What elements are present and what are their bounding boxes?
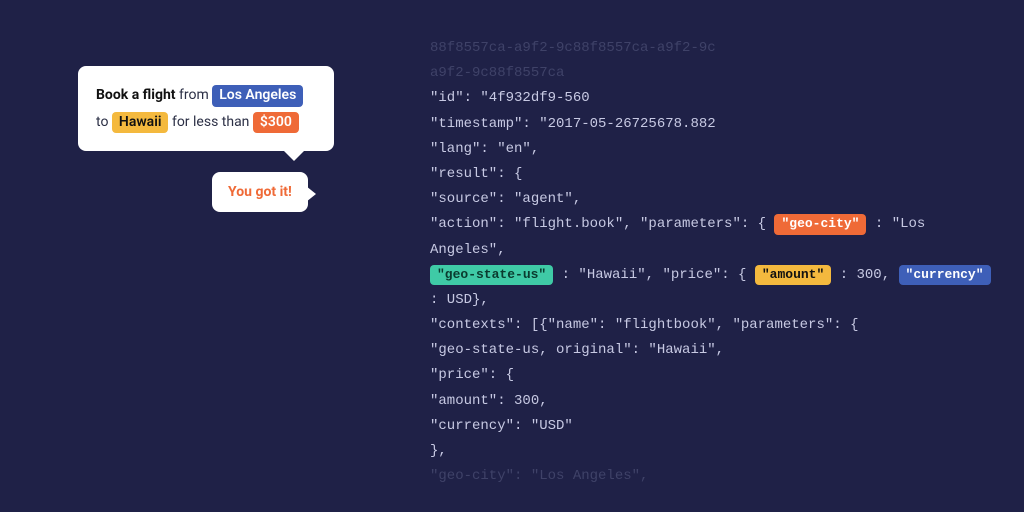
code-line: "price, original": "$300" (430, 489, 996, 494)
user-text: for less than (172, 114, 253, 130)
code-line: "lang": "en", (430, 137, 996, 162)
user-text: to (96, 114, 112, 130)
code-line: "amount": 300, (430, 389, 996, 414)
code-line: "geo-state-us, original": "Hawaii", (430, 338, 996, 363)
code-line: "id": "4f932df9-560 (430, 86, 996, 111)
highlight-geo-city: "geo-city" (774, 214, 866, 234)
code-line: "result": { (430, 162, 996, 187)
user-text-bold: Book a flight (96, 87, 176, 103)
entity-city-pill: Los Angeles (212, 85, 303, 107)
code-line: a9f2-9c88f8557ca (430, 61, 996, 86)
code-line: }, (430, 439, 996, 464)
highlight-currency: "currency" (899, 265, 991, 285)
code-line: "source": "agent", (430, 187, 996, 212)
code-line: "price": { (430, 363, 996, 388)
bot-reply-text: You got it! (228, 184, 292, 200)
code-line: "action": "flight.book", "parameters": {… (430, 212, 996, 262)
code-line: "currency": "USD" (430, 414, 996, 439)
code-line: "contexts": [{"name": "flightbook", "par… (430, 313, 996, 338)
code-line: "timestamp": "2017-05-26725678.882 (430, 112, 996, 137)
highlight-amount: "amount" (755, 265, 831, 285)
bot-message-bubble: You got it! (212, 172, 308, 212)
entity-amount-pill: $300 (253, 112, 299, 134)
code-line: "geo-state-us" : "Hawaii", "price": { "a… (430, 263, 996, 313)
json-response-panel: 88f8557ca-a9f2-9c88f8557ca-a9f2-9c a9f2-… (430, 36, 996, 494)
entity-state-pill: Hawaii (112, 112, 169, 134)
code-line: 88f8557ca-a9f2-9c88f8557ca-a9f2-9c (430, 36, 996, 61)
code-line: "geo-city": "Los Angeles", (430, 464, 996, 489)
user-message-bubble: Book a flight from Los Angeles to Hawaii… (78, 66, 334, 151)
user-text: from (179, 87, 212, 103)
highlight-geo-state: "geo-state-us" (430, 265, 553, 285)
